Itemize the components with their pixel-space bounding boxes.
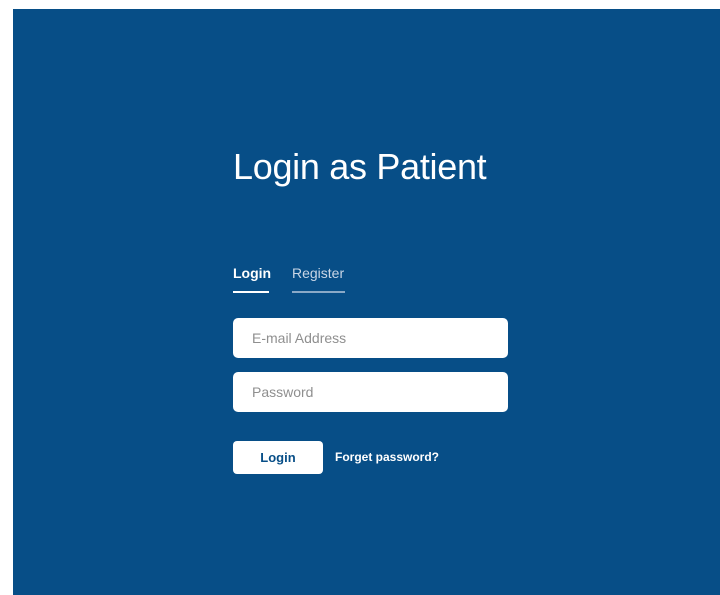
tab-login-underline bbox=[233, 291, 269, 293]
tab-register[interactable]: Register bbox=[292, 263, 345, 293]
tab-register-underline bbox=[292, 291, 345, 293]
password-field[interactable] bbox=[233, 372, 508, 412]
email-field[interactable] bbox=[233, 318, 508, 358]
tab-login[interactable]: Login bbox=[233, 263, 272, 293]
tab-register-label: Register bbox=[292, 265, 345, 281]
login-button[interactable]: Login bbox=[233, 441, 323, 474]
login-panel: Login as Patient Login Register Login Fo… bbox=[13, 9, 720, 595]
forgot-password-link[interactable]: Forget password? bbox=[335, 450, 439, 464]
tab-login-label: Login bbox=[233, 265, 272, 281]
auth-tabs: Login Register bbox=[233, 263, 413, 295]
page-title: Login as Patient bbox=[233, 146, 487, 187]
